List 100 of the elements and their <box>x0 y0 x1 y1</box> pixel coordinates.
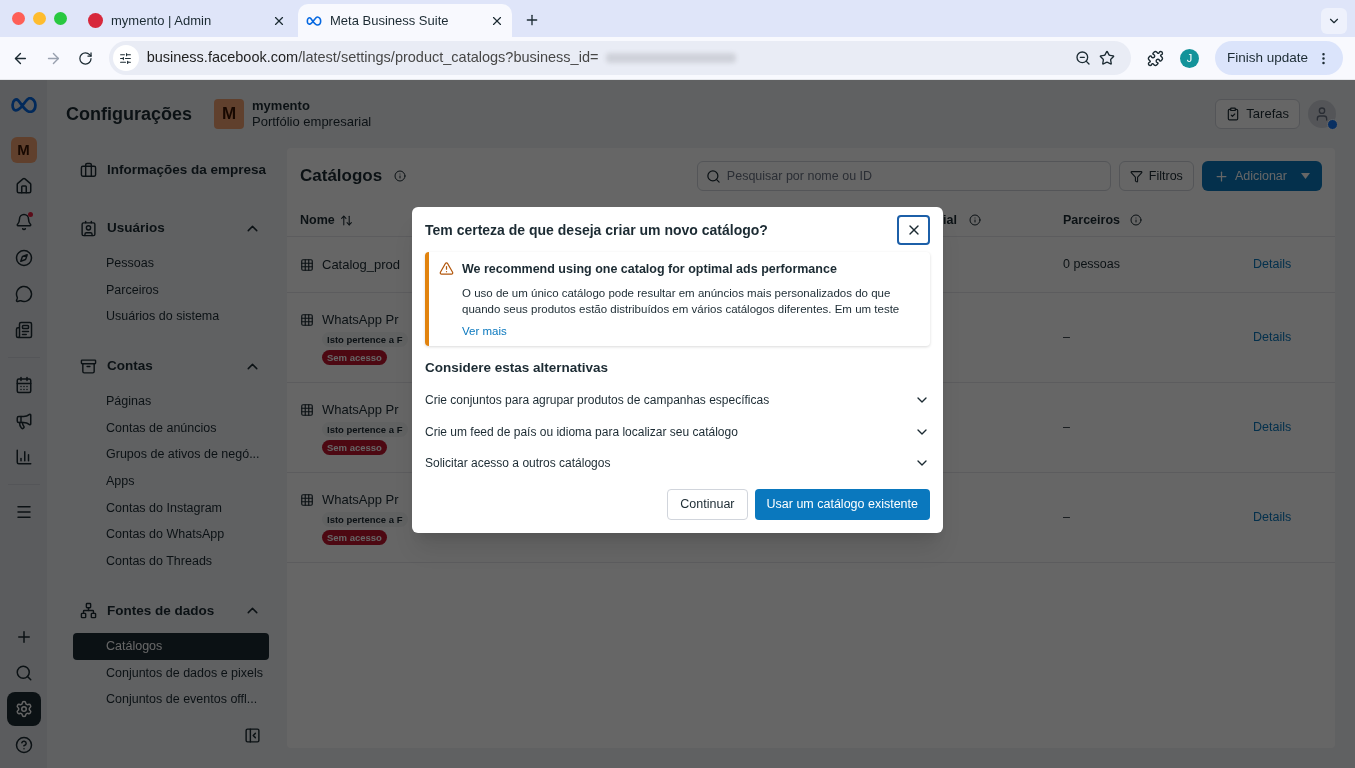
search-field[interactable]: Pesquisar por nome ou ID <box>696 161 1111 191</box>
details-link[interactable]: Details <box>1253 328 1292 347</box>
details-link[interactable]: Details <box>1253 508 1292 527</box>
details-link[interactable]: Details <box>1253 255 1292 274</box>
sidebar-item[interactable]: Apps <box>73 468 269 495</box>
bar-chart-icon <box>14 448 33 466</box>
id-card-icon <box>80 219 97 237</box>
alternative-accordion-row[interactable]: Crie conjuntos para agrupar produtos de campanhas específicas <box>425 384 930 416</box>
owner-tag: Isto pertence a F <box>322 422 408 438</box>
user-avatar[interactable] <box>1308 100 1336 128</box>
sidebar-item[interactable]: Usuários do sistema <box>73 303 269 331</box>
section-title: Informações da empresa <box>107 160 268 179</box>
menu-icon <box>14 503 33 521</box>
no-access-badge: Sem acesso <box>322 440 387 456</box>
partners-cell: – <box>1063 330 1070 345</box>
close-button[interactable] <box>897 215 930 245</box>
catalog-grid-icon <box>300 402 314 417</box>
close-window-button[interactable] <box>12 12 25 25</box>
alternatives-heading: Considere estas alternativas <box>425 359 610 377</box>
use-existing-button[interactable]: Usar um catálogo existente <box>754 488 930 520</box>
caret-down-icon <box>1301 173 1310 179</box>
plus-icon <box>1213 168 1229 184</box>
sidebar-item[interactable]: Contas do Instagram <box>73 494 269 522</box>
business-name: mymento <box>252 97 311 114</box>
profile-avatar[interactable]: J <box>1180 48 1199 68</box>
no-access-badge: Sem acesso <box>322 530 387 546</box>
catalog-name[interactable]: WhatsApp Pr <box>322 309 399 330</box>
partners-cell: 0 pessoas <box>1063 257 1120 272</box>
collapse-sidebar-icon[interactable] <box>244 727 261 744</box>
filter-icon <box>1129 169 1143 183</box>
owner-tag: Isto pertence a F <box>322 332 408 348</box>
browser-tab[interactable]: Meta Business Suite <box>298 4 512 37</box>
settings-button[interactable] <box>6 692 41 726</box>
sidebar-item[interactable]: Contas do Threads <box>73 548 269 575</box>
catalog-grid-icon <box>300 492 314 507</box>
sidebar-item[interactable]: Conjuntos de dados e pixels <box>73 659 269 687</box>
section-title: Fontes de dados <box>107 601 216 620</box>
infinity-logo-icon[interactable] <box>9 97 38 113</box>
tab-title: Meta Business Suite <box>330 11 450 30</box>
nodes-icon <box>80 602 97 620</box>
site-settings-icon[interactable] <box>119 51 133 65</box>
pages-icon <box>14 321 33 339</box>
finish-update-button[interactable]: Finish update <box>1214 41 1343 75</box>
tasks-button[interactable]: Tarefas <box>1215 99 1300 129</box>
bookmark-star-icon[interactable] <box>1099 50 1116 66</box>
search-icon <box>14 664 33 682</box>
page-title: Configurações <box>66 102 193 126</box>
alternative-accordion-row[interactable]: Solicitar acesso a outros catálogos <box>425 447 930 479</box>
sidebar-item[interactable]: Contas de anúncios <box>73 414 269 442</box>
tab-title: mymento | Admin <box>111 11 213 30</box>
extensions-icon[interactable] <box>1147 49 1165 67</box>
filters-button[interactable]: Filtros <box>1118 161 1194 191</box>
reload-icon[interactable] <box>77 50 93 66</box>
column-header: ial <box>943 211 957 229</box>
catalog-name[interactable]: Catalog_prod <box>322 254 401 275</box>
compass-icon <box>14 249 33 267</box>
sidebar-item[interactable]: Conjuntos de eventos offl... <box>73 686 269 713</box>
section-title: Contas <box>107 356 154 375</box>
column-header[interactable]: Nome <box>300 210 335 230</box>
maximize-window-button[interactable] <box>54 12 67 25</box>
browser-tab[interactable]: mymento | Admin <box>80 4 294 37</box>
bell-icon <box>14 213 33 231</box>
alternative-accordion-row[interactable]: Crie um feed de país ou idioma para localizar seu catálogo <box>425 415 930 448</box>
business-avatar[interactable]: M <box>10 137 37 163</box>
sidebar-item[interactable]: Pessoas <box>73 250 269 277</box>
zoom-out-icon[interactable] <box>1075 50 1092 66</box>
sidebar-item[interactable]: Páginas <box>73 388 269 415</box>
person-silhouette-icon <box>1314 106 1330 122</box>
tab-list-button[interactable] <box>1321 8 1347 34</box>
sidebar-item[interactable]: Contas do WhatsApp <box>73 521 269 549</box>
sidebar-item[interactable]: Grupos de ativos de negó... <box>73 441 269 469</box>
sidebar-item[interactable]: Catálogos <box>73 632 269 660</box>
catalog-grid-icon <box>300 312 314 327</box>
alert-title: We recommend using one catalog for optimal ads performance <box>462 261 838 278</box>
help-icon <box>14 736 33 754</box>
no-access-badge: Sem acesso <box>322 350 387 366</box>
briefcase-icon <box>80 161 97 179</box>
infinity-logo-icon <box>306 15 322 26</box>
catalog-name[interactable]: WhatsApp Pr <box>322 399 399 420</box>
continue-button[interactable]: Continuar <box>667 488 748 520</box>
column-header: Parceiros <box>1063 211 1120 229</box>
chat-bubble-icon <box>14 285 33 303</box>
see-more-link[interactable]: Ver mais <box>462 322 507 340</box>
details-link[interactable]: Details <box>1253 418 1292 437</box>
url-text: business.facebook.com/latest/settings/product_catalogs?business_id= <box>146 48 599 68</box>
sort-icon[interactable] <box>339 213 353 227</box>
business-avatar[interactable]: M <box>214 99 245 129</box>
info-icon <box>394 170 407 182</box>
calendar-icon <box>14 376 33 394</box>
dialog-title: Tem certeza de que deseja criar um novo catálogo? <box>425 220 769 240</box>
search-icon <box>705 168 721 184</box>
address-bar[interactable]: business.facebook.com/latest/settings/product_catalogs?business_id= <box>108 41 1132 75</box>
info-icon <box>968 214 981 226</box>
sidebar-item[interactable]: Parceiros <box>73 276 269 304</box>
new-tab-icon[interactable] <box>524 12 540 28</box>
catalog-grid-icon <box>300 257 314 272</box>
section-title: Usuários <box>107 218 166 237</box>
add-button[interactable]: Adicionar <box>1201 161 1322 191</box>
catalog-name[interactable]: WhatsApp Pr <box>322 489 399 510</box>
business-subtitle: Portfólio empresarial <box>252 114 372 131</box>
